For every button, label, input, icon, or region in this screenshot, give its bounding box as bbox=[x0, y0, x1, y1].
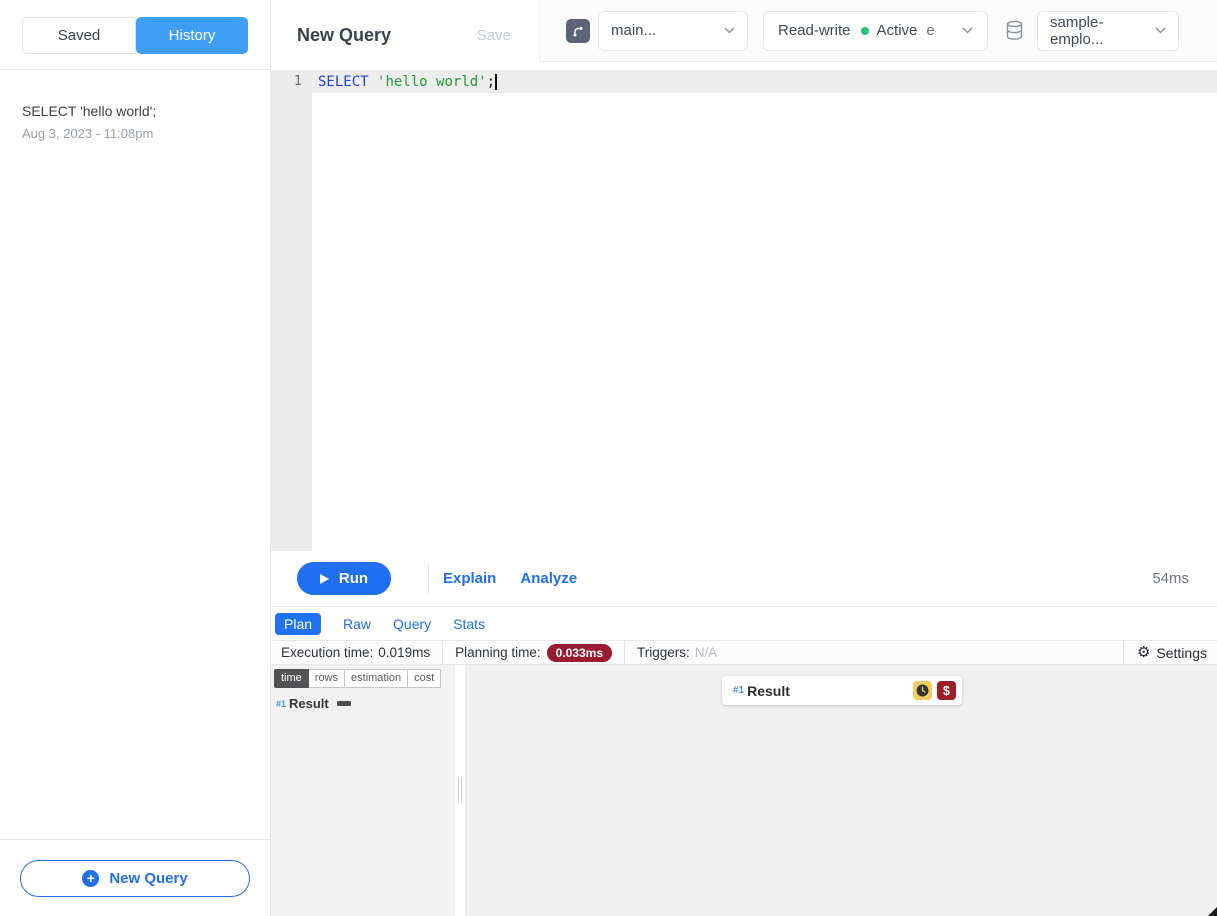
saved-history-toggle: Saved History bbox=[22, 17, 248, 54]
sidebar-header: Saved History bbox=[0, 0, 270, 70]
cost-badge-icon: $ bbox=[937, 681, 956, 700]
metric-toggle-rows[interactable]: rows bbox=[309, 669, 345, 688]
planning-time-badge: 0.033ms bbox=[547, 644, 612, 662]
metric-toggle-group: time rows estimation cost bbox=[274, 669, 452, 688]
code-input-area[interactable]: SELECT 'hello world'; bbox=[312, 70, 1217, 551]
text-cursor bbox=[495, 74, 497, 90]
stats-divider bbox=[442, 641, 443, 664]
main-panel: New Query Save main... bbox=[271, 0, 1217, 916]
plan-tree-item[interactable]: #1 Result bbox=[274, 696, 452, 711]
new-query-button[interactable]: + New Query bbox=[20, 860, 250, 897]
history-query-text: SELECT 'hello world'; bbox=[22, 103, 248, 119]
result-tabs: Plan Raw Query Stats bbox=[271, 607, 1217, 640]
sql-terminator: ; bbox=[487, 74, 495, 90]
branch-select[interactable]: main... bbox=[598, 11, 748, 51]
status-dot-icon bbox=[861, 27, 869, 35]
metric-toggle-time[interactable]: time bbox=[274, 669, 309, 688]
triggers-label: Triggers: bbox=[637, 645, 690, 660]
run-button[interactable]: Run bbox=[297, 562, 391, 595]
query-title-area: New Query Save bbox=[271, 0, 539, 70]
compute-status-label: Active bbox=[877, 22, 918, 39]
resize-grip[interactable] bbox=[1208, 907, 1217, 916]
database-icon bbox=[1005, 20, 1024, 41]
run-button-label: Run bbox=[339, 570, 368, 587]
analyze-button[interactable]: Analyze bbox=[520, 570, 577, 587]
sql-editor-app: Saved History SELECT 'hello world'; Aug … bbox=[0, 0, 1217, 916]
plan-stats-bar: Execution time: 0.019ms Planning time: 0… bbox=[271, 640, 1217, 665]
compute-endpoint-truncated: e bbox=[926, 22, 934, 39]
database-select[interactable]: sample-emplo... bbox=[1037, 11, 1179, 51]
history-item[interactable]: SELECT 'hello world'; Aug 3, 2023 - 11:0… bbox=[22, 103, 248, 141]
new-query-button-label: New Query bbox=[109, 870, 187, 887]
plus-circle-icon: + bbox=[82, 870, 99, 887]
tab-query[interactable]: Query bbox=[393, 616, 431, 632]
clock-badge-icon bbox=[913, 681, 932, 700]
tab-raw[interactable]: Raw bbox=[343, 616, 371, 632]
plan-tree-panel: time rows estimation cost #1 Result bbox=[271, 665, 455, 916]
planning-time-label: Planning time: bbox=[455, 645, 541, 660]
sql-space bbox=[369, 74, 377, 90]
actions-bar: Run Explain Analyze 54ms bbox=[271, 551, 1217, 607]
plan-node-id: #1 bbox=[276, 699, 286, 709]
toolbar-wrap: main... Read-write Active e bbox=[539, 0, 1217, 70]
database-select-value: sample-emplo... bbox=[1050, 14, 1155, 48]
chevron-down-icon bbox=[962, 27, 973, 34]
execution-time-label: Execution time: bbox=[281, 645, 373, 660]
sql-keyword: SELECT bbox=[318, 74, 369, 90]
compute-select[interactable]: Read-write Active e bbox=[763, 11, 988, 51]
sql-string: 'hello world' bbox=[377, 74, 487, 90]
execution-time-value: 0.019ms bbox=[378, 645, 430, 660]
time-bar bbox=[337, 701, 351, 706]
tab-history[interactable]: History bbox=[136, 17, 248, 54]
plan-visualizer: time rows estimation cost #1 Result #1 R… bbox=[271, 665, 1217, 916]
metric-toggle-cost[interactable]: cost bbox=[408, 669, 441, 688]
page-title: New Query bbox=[297, 25, 391, 46]
play-icon bbox=[320, 574, 329, 584]
connection-toolbar: main... Read-write Active e bbox=[539, 0, 1217, 62]
line-number: 1 bbox=[271, 70, 302, 93]
tab-saved[interactable]: Saved bbox=[22, 17, 136, 54]
settings-label: Settings bbox=[1156, 645, 1207, 661]
line-number-gutter: 1 bbox=[271, 70, 312, 551]
chevron-down-icon bbox=[1155, 27, 1166, 34]
plan-settings-button[interactable]: ⚙ Settings bbox=[1123, 641, 1217, 664]
chevron-down-icon bbox=[724, 27, 735, 34]
panel-splitter bbox=[455, 665, 465, 916]
branch-icon bbox=[566, 19, 590, 43]
branch-select-value: main... bbox=[611, 22, 656, 39]
vertical-divider bbox=[428, 564, 429, 594]
code-line-active: SELECT 'hello world'; bbox=[312, 70, 1217, 93]
top-bar: New Query Save main... bbox=[271, 0, 1217, 70]
triggers-value: N/A bbox=[695, 645, 718, 660]
tab-stats[interactable]: Stats bbox=[453, 616, 485, 632]
plan-diagram-node[interactable]: #1 Result $ bbox=[722, 676, 962, 705]
save-button[interactable]: Save bbox=[477, 27, 511, 44]
compute-role-label: Read-write bbox=[778, 22, 851, 39]
history-timestamp: Aug 3, 2023 - 11:08pm bbox=[22, 126, 248, 141]
plan-diagram-canvas: #1 Result $ bbox=[465, 665, 1217, 916]
drag-handle[interactable] bbox=[458, 777, 462, 803]
stats-divider bbox=[624, 641, 625, 664]
sidebar: Saved History SELECT 'hello world'; Aug … bbox=[0, 0, 271, 916]
metric-toggle-estimation[interactable]: estimation bbox=[345, 669, 408, 688]
gear-icon: ⚙ bbox=[1137, 645, 1150, 660]
query-duration: 54ms bbox=[1152, 570, 1189, 587]
tab-plan[interactable]: Plan bbox=[275, 613, 321, 635]
sidebar-footer: + New Query bbox=[0, 839, 270, 916]
node-badges: $ bbox=[913, 681, 956, 700]
code-editor: 1 SELECT 'hello world'; bbox=[271, 70, 1217, 551]
history-list: SELECT 'hello world'; Aug 3, 2023 - 11:0… bbox=[0, 70, 270, 839]
plan-node-operation: Result bbox=[747, 683, 790, 699]
plan-node-id: #1 bbox=[733, 685, 744, 696]
explain-button[interactable]: Explain bbox=[443, 570, 496, 587]
plan-node-operation: Result bbox=[289, 696, 329, 711]
